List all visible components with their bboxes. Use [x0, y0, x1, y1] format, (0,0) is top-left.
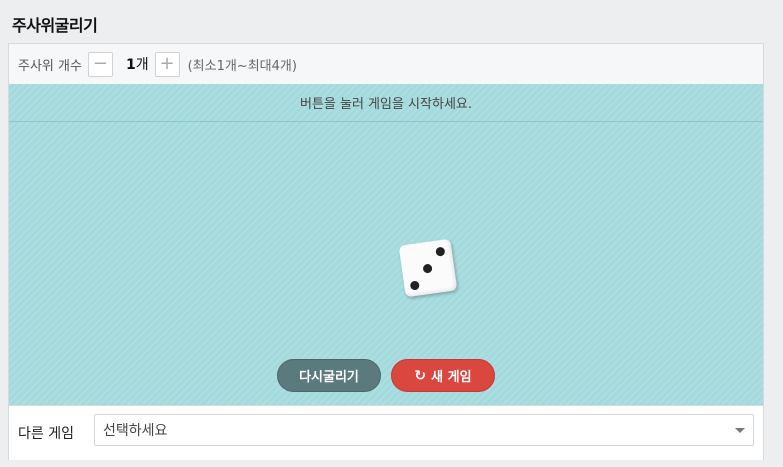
dice-game-panel: 주사위 개수 − 1개 + (최소1개~최대4개) 버튼을 눌러 게임을 시작하… [8, 43, 764, 460]
dice-count-value: 1개 [126, 54, 149, 74]
status-message: 버튼을 눌러 게임을 시작하세요. [9, 84, 763, 122]
refresh-icon: ↻ [414, 367, 427, 384]
die-pip [422, 263, 433, 274]
plus-icon: + [159, 53, 175, 74]
decrease-button[interactable]: − [87, 51, 113, 77]
die-pip [435, 246, 446, 257]
dice-count-number: 1 [125, 57, 136, 73]
new-game-button[interactable]: ↻ 새 게임 [391, 359, 495, 392]
reroll-button[interactable]: 다시굴리기 [277, 359, 381, 392]
reroll-button-label: 다시굴리기 [299, 370, 359, 385]
die-pip [409, 280, 420, 291]
dice-count-label: 주사위 개수 [18, 58, 82, 74]
page-title: 주사위굴리기 [12, 16, 98, 35]
other-games-label: 다른 게임 [18, 426, 74, 442]
die-icon [398, 238, 458, 298]
increase-button[interactable]: + [154, 51, 180, 77]
dice-count-unit: 개 [135, 57, 149, 73]
dice-count-bar: 주사위 개수 − 1개 + (최소1개~최대4개) [9, 44, 763, 85]
other-games-bar: 다른 게임 선택하세요 [9, 405, 763, 460]
select-value: 선택하세요 [103, 423, 168, 439]
minus-icon: − [92, 53, 108, 74]
other-games-select[interactable]: 선택하세요 [94, 414, 754, 446]
dice-count-hint: (최소1개~최대4개) [187, 58, 297, 74]
new-game-button-label: 새 게임 [431, 370, 472, 385]
game-board: 버튼을 눌러 게임을 시작하세요. 다시굴리기 ↻ 새 게임 [9, 84, 763, 405]
chevron-down-icon [735, 428, 745, 433]
